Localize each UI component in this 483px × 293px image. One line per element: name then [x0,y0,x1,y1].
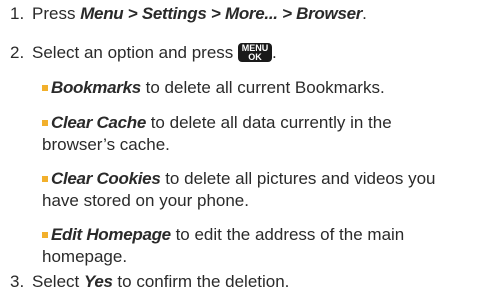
instruction-page: 1. Press Menu > Settings > More... > Brow… [0,0,483,293]
step-number: 2. [10,43,25,62]
step-end: . [272,43,277,62]
option-desc-cont: browser’s cache. [42,135,170,154]
option-term: Clear Cache [51,113,146,132]
option-term: Clear Cookies [51,169,161,188]
bullet-icon [42,175,48,182]
step-2: 2. Select an option and press MENU OK. [10,43,277,63]
step-end: . [362,4,367,23]
bullet-icon [42,231,48,238]
step-3: 3. Select Yes to confirm the deletion. [10,272,289,292]
step-end: to confirm the deletion. [112,272,290,291]
step-text: Select an option and press [32,43,239,62]
option-edit-homepage: Edit Homepage to edit the address of the… [42,224,476,268]
option-clear-cache: Clear Cache to delete all data currently… [42,112,476,156]
option-desc: to delete all data currently in the [145,113,392,132]
option-desc: to delete all current Bookmarks. [140,78,385,97]
option-bookmarks: Bookmarks to delete all current Bookmark… [42,77,476,99]
step-1: 1. Press Menu > Settings > More... > Brow… [10,4,367,24]
step-number: 1. [10,4,25,23]
step-text: Press [32,4,81,23]
option-desc-cont: homepage. [42,247,128,266]
option-term: Bookmarks [51,78,141,97]
bullet-icon [42,119,48,126]
step-number: 3. [10,272,25,291]
bullet-icon [42,84,48,91]
option-desc: to delete all pictures and videos you [160,169,436,188]
menu-path: Menu > Settings > More... > Browser [80,4,363,23]
menu-ok-key-icon: MENU OK [238,43,273,63]
option-term: Edit Homepage [51,225,171,244]
option-desc: to edit the address of the main [170,225,405,244]
confirm-term: Yes [83,272,113,291]
option-desc-cont: have stored on your phone. [42,191,249,210]
key-label-bottom: OK [248,52,262,63]
option-clear-cookies: Clear Cookies to delete all pictures and… [42,168,476,212]
step-text: Select [32,272,84,291]
